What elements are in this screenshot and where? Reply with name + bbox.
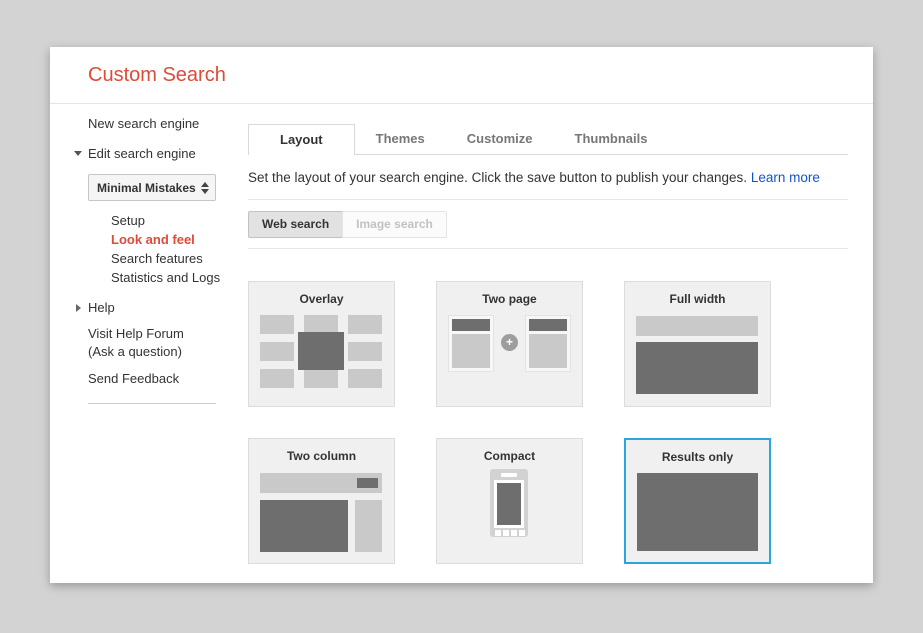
tab-bar: Layout Themes Customize Thumbnails — [248, 124, 848, 155]
app-header: Custom Search — [50, 47, 873, 104]
phone-icon — [490, 469, 528, 537]
overlay-diagram — [260, 315, 383, 388]
full-width-header-bar — [636, 316, 758, 336]
layout-card-results-only[interactable]: Results only — [624, 438, 771, 564]
sidebar-item-new-search-engine[interactable]: New search engine — [88, 116, 248, 131]
layout-card-two-page[interactable]: Two page + — [436, 281, 583, 407]
custom-search-panel: Custom Search New search engine Edit sea… — [50, 47, 873, 583]
layout-card-title: Two page — [437, 292, 582, 306]
layout-card-compact[interactable]: Compact — [436, 438, 583, 564]
layout-card-title: Two column — [249, 449, 394, 463]
help-forum-line2: (Ask a question) — [88, 343, 248, 361]
sidebar-item-help[interactable]: Help — [88, 300, 248, 315]
chevron-right-icon — [76, 304, 81, 312]
layout-card-title: Full width — [625, 292, 770, 306]
engine-selector-dropdown[interactable]: Minimal Mistakes — [88, 174, 216, 201]
sidebar-item-search-features[interactable]: Search features — [111, 249, 248, 268]
learn-more-link[interactable]: Learn more — [751, 170, 820, 185]
plus-icon: + — [501, 334, 518, 351]
layout-card-title: Results only — [626, 450, 769, 464]
sidebar-item-look-and-feel[interactable]: Look and feel — [111, 230, 248, 249]
sidebar-submenu: Setup Look and feel Search features Stat… — [111, 211, 248, 287]
search-type-toggle: Web search Image search — [248, 211, 447, 238]
two-page-left-panel — [448, 315, 494, 372]
engine-selector-value: Minimal Mistakes — [97, 181, 196, 195]
image-search-button[interactable]: Image search — [342, 211, 447, 238]
layout-card-title: Compact — [437, 449, 582, 463]
two-page-right-panel — [525, 315, 571, 372]
sidebar-item-label: Edit search engine — [88, 146, 196, 161]
main-content: Layout Themes Customize Thumbnails Set t… — [248, 104, 873, 583]
layout-description: Set the layout of your search engine. Cl… — [248, 170, 848, 185]
layout-card-full-width[interactable]: Full width — [624, 281, 771, 407]
page-title: Custom Search — [50, 47, 873, 87]
chevron-down-icon — [74, 151, 82, 156]
layout-card-two-column[interactable]: Two column — [248, 438, 395, 564]
sidebar-item-setup[interactable]: Setup — [111, 211, 248, 230]
description-text: Set the layout of your search engine. Cl… — [248, 170, 747, 185]
tab-customize[interactable]: Customize — [446, 124, 554, 154]
sidebar: New search engine Edit search engine Min… — [50, 104, 248, 583]
sidebar-item-statistics-and-logs[interactable]: Statistics and Logs — [111, 268, 248, 287]
two-column-side-column — [355, 500, 382, 552]
layout-options-grid: Overlay Two page + — [248, 281, 848, 564]
sidebar-item-label: Help — [88, 300, 115, 315]
section-divider-bottom — [248, 248, 848, 249]
layout-card-overlay[interactable]: Overlay — [248, 281, 395, 407]
sidebar-item-send-feedback[interactable]: Send Feedback — [88, 371, 248, 386]
full-width-results-block — [636, 342, 758, 394]
two-column-results-block — [260, 500, 348, 552]
help-forum-line1: Visit Help Forum — [88, 325, 248, 343]
tab-layout[interactable]: Layout — [248, 124, 355, 155]
tab-themes[interactable]: Themes — [355, 124, 446, 154]
two-column-header-accent — [357, 478, 378, 488]
web-search-button[interactable]: Web search — [248, 211, 343, 238]
tab-thumbnails[interactable]: Thumbnails — [554, 124, 669, 154]
sidebar-divider — [88, 403, 216, 404]
select-spinner-icon — [201, 182, 209, 194]
layout-card-title: Overlay — [249, 292, 394, 306]
results-only-block — [637, 473, 758, 551]
section-divider-top — [248, 199, 848, 200]
sidebar-item-edit-search-engine[interactable]: Edit search engine — [88, 146, 248, 161]
sidebar-item-visit-help-forum[interactable]: Visit Help Forum (Ask a question) — [88, 325, 248, 361]
